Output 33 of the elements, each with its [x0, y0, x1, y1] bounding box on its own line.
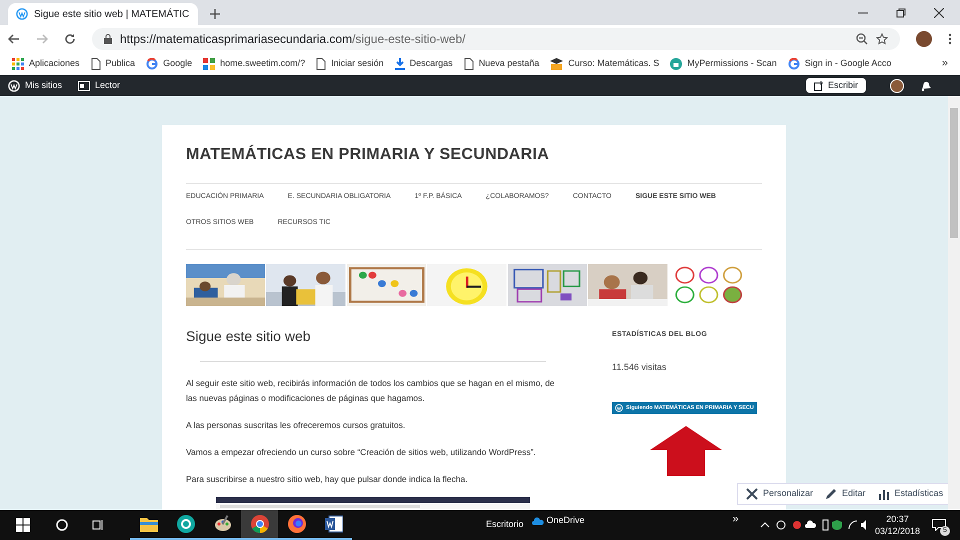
paragraph: Para suscribirse a nuestro sitio web, hay que pulsar donde indica la flecha. [186, 473, 469, 486]
write-button[interactable]: Escribir [806, 78, 866, 93]
toolbar-link[interactable]: Personalizar [746, 487, 814, 501]
bookmark[interactable]: Descargas [394, 56, 453, 70]
paragraph: A las personas suscritas les ofreceremos cursos gratuitos. [186, 419, 406, 432]
clock-date[interactable]: 03/12/2018 [874, 525, 920, 537]
url-text: https://matematicasprimariasecundaria.com/sigue-este-sitio-web/ [120, 30, 466, 48]
bookmark[interactable]: Google [146, 56, 192, 70]
desktop-label[interactable]: Escritorio [486, 518, 524, 532]
toolbar-link[interactable]: Editar [825, 487, 866, 501]
admin-bar-item[interactable]: Lector [78, 78, 120, 92]
browser-tab[interactable]: Sigue este sitio web | MATEMÁTIC [8, 3, 198, 25]
clock-time[interactable]: 20:37 [886, 513, 909, 525]
tab-title: Sigue este sitio web | MATEMÁTIC [34, 7, 190, 22]
bookmark[interactable]: Nueva pestaña [464, 56, 540, 70]
paragraph: Vamos a empezar ofreciendo un curso sobre “Creación de sitios web, utilizando WordPress”. [186, 446, 537, 459]
site-title[interactable]: MATEMÁTICAS EN PRIMARIA Y SECUNDARIA [186, 143, 762, 167]
onedrive-item[interactable]: OneDrive [532, 514, 585, 528]
paragraph: Al seguir este sitio web, recibirás información de todos los cambios que se hagan en el mismo, de las nuevas páginas o modificaciones de páginas que hagamos. [186, 377, 556, 405]
address-bar[interactable]: https://matematicasprimariasecundaria.com/sigue-este-sitio-web/ [92, 28, 900, 50]
toolbar-link[interactable]: Estadísticas [878, 487, 944, 501]
visits-count: 11.546 visitas [612, 360, 668, 374]
bookmark[interactable]: Aplicaciones [12, 56, 80, 70]
bookmark[interactable]: home.sweetim.com/? [203, 56, 306, 70]
bookmark[interactable]: Publica [90, 56, 136, 70]
overflow-chevron[interactable]: » [732, 511, 739, 528]
page-title: Sigue este sitio web [186, 327, 312, 346]
more-bookmarks[interactable]: » [942, 55, 948, 72]
admin-bar-item[interactable]: Mis sitios [8, 78, 62, 92]
bookmark[interactable]: Sign in - Google Acco [788, 56, 892, 70]
bookmark[interactable]: Iniciar sesión [316, 56, 384, 70]
bookmark[interactable]: Curso: Matemáticas. S [550, 56, 660, 70]
bookmark[interactable]: MyPermissions - Scan [670, 56, 777, 70]
